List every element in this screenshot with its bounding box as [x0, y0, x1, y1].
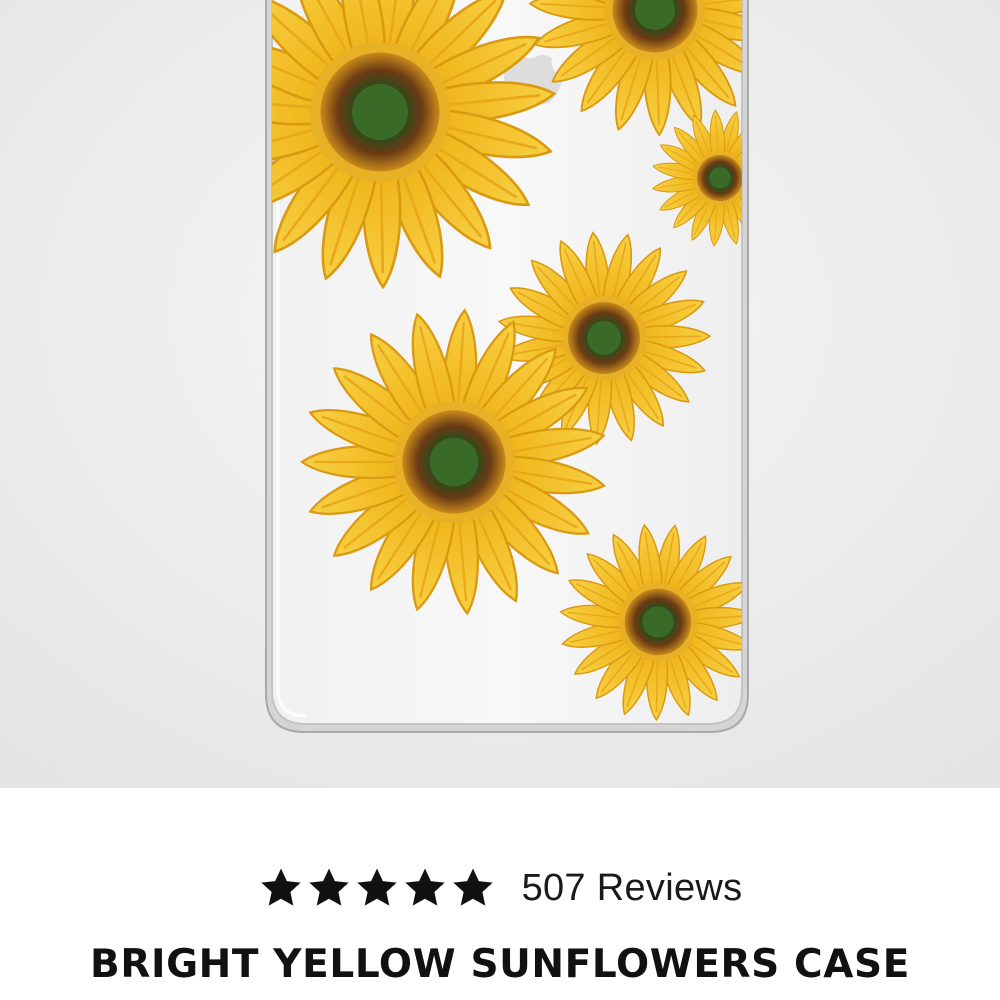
star-icon — [356, 868, 397, 906]
product-title: BRIGHT YELLOW SUNFLOWERS CASE — [90, 942, 910, 987]
rating-row: 507 Reviews — [0, 858, 1000, 918]
star-rating[interactable] — [258, 865, 496, 911]
reviews-count-link[interactable]: 507 Reviews — [522, 867, 743, 910]
product-page: 507 Reviews BRIGHT YELLOW SUNFLOWERS CAS… — [0, 0, 1000, 1000]
star-icon — [452, 868, 493, 906]
star-icon — [308, 868, 349, 906]
product-image[interactable] — [0, 0, 1000, 788]
star-icon — [404, 868, 445, 906]
star-icon — [260, 868, 301, 906]
